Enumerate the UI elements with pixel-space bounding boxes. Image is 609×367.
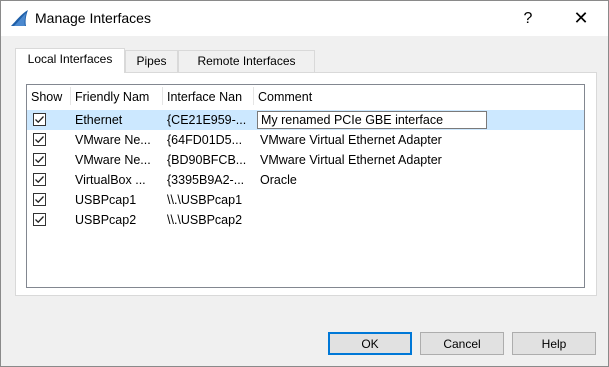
help-button[interactable]: Help — [512, 332, 596, 355]
interface-name-cell: {BD90BFCB... — [167, 153, 247, 167]
tab-local-interfaces[interactable]: Local Interfaces — [15, 48, 125, 73]
friendly-name-cell: USBPcap1 — [75, 193, 137, 207]
show-checkbox[interactable] — [33, 193, 46, 206]
interface-name-cell: {3395B9A2-... — [167, 173, 245, 187]
table-row[interactable]: VirtualBox ... {3395B9A2-... Oracle — [27, 170, 584, 190]
friendly-name-cell: VMware Ne... — [75, 133, 151, 147]
show-checkbox[interactable] — [33, 113, 46, 126]
table-row[interactable]: USBPcap2 \\.\USBPcap2 — [27, 210, 584, 230]
interface-name-cell: \\.\USBPcap2 — [167, 213, 243, 227]
table-row[interactable]: Ethernet {CE21E959-... — [27, 110, 584, 130]
comment-edit-field[interactable] — [257, 111, 487, 129]
comment-cell: Oracle — [260, 173, 297, 187]
friendly-name-cell: USBPcap2 — [75, 213, 137, 227]
table-row[interactable]: VMware Ne... {64FD01D5... VMware Virtual… — [27, 130, 584, 150]
friendly-name-cell: VirtualBox ... — [75, 173, 146, 187]
cancel-button[interactable]: Cancel — [420, 332, 504, 355]
tab-remote-interfaces[interactable]: Remote Interfaces — [178, 50, 315, 72]
title-bar: Manage Interfaces ? ✕ — [1, 1, 608, 36]
show-checkbox[interactable] — [33, 213, 46, 226]
tab-pipes[interactable]: Pipes — [125, 50, 178, 72]
comment-cell: VMware Virtual Ethernet Adapter — [260, 153, 442, 167]
comment-cell — [260, 190, 580, 210]
show-checkbox[interactable] — [33, 133, 46, 146]
column-header-show[interactable]: Show — [27, 85, 70, 108]
column-header-comment[interactable]: Comment — [254, 85, 584, 108]
table-row[interactable]: VMware Ne... {BD90BFCB... VMware Virtual… — [27, 150, 584, 170]
help-icon[interactable]: ? — [506, 1, 550, 36]
ok-button[interactable]: OK — [328, 332, 412, 355]
close-icon[interactable]: ✕ — [559, 1, 603, 36]
column-header-interface-name[interactable]: Interface Nan — [163, 85, 253, 108]
wireshark-fin-icon — [10, 9, 30, 27]
manage-interfaces-dialog: Manage Interfaces ? ✕ Local Interfaces P… — [0, 0, 609, 367]
interface-name-cell: {64FD01D5... — [167, 133, 243, 147]
local-interfaces-panel: Show Friendly Nam Interface Nan Comment … — [15, 72, 597, 296]
friendly-name-cell: VMware Ne... — [75, 153, 151, 167]
interface-name-cell: \\.\USBPcap1 — [167, 193, 243, 207]
show-checkbox[interactable] — [33, 173, 46, 186]
show-checkbox[interactable] — [33, 153, 46, 166]
window-title: Manage Interfaces — [35, 10, 151, 26]
column-header-friendly-name[interactable]: Friendly Nam — [71, 85, 161, 108]
interfaces-table[interactable]: Show Friendly Nam Interface Nan Comment … — [26, 84, 585, 288]
interface-name-cell: {CE21E959-... — [167, 113, 247, 127]
comment-cell: VMware Virtual Ethernet Adapter — [260, 133, 442, 147]
table-header: Show Friendly Nam Interface Nan Comment — [27, 85, 584, 108]
table-row[interactable]: USBPcap1 \\.\USBPcap1 — [27, 190, 584, 210]
comment-cell — [260, 210, 580, 230]
friendly-name-cell: Ethernet — [75, 113, 123, 127]
